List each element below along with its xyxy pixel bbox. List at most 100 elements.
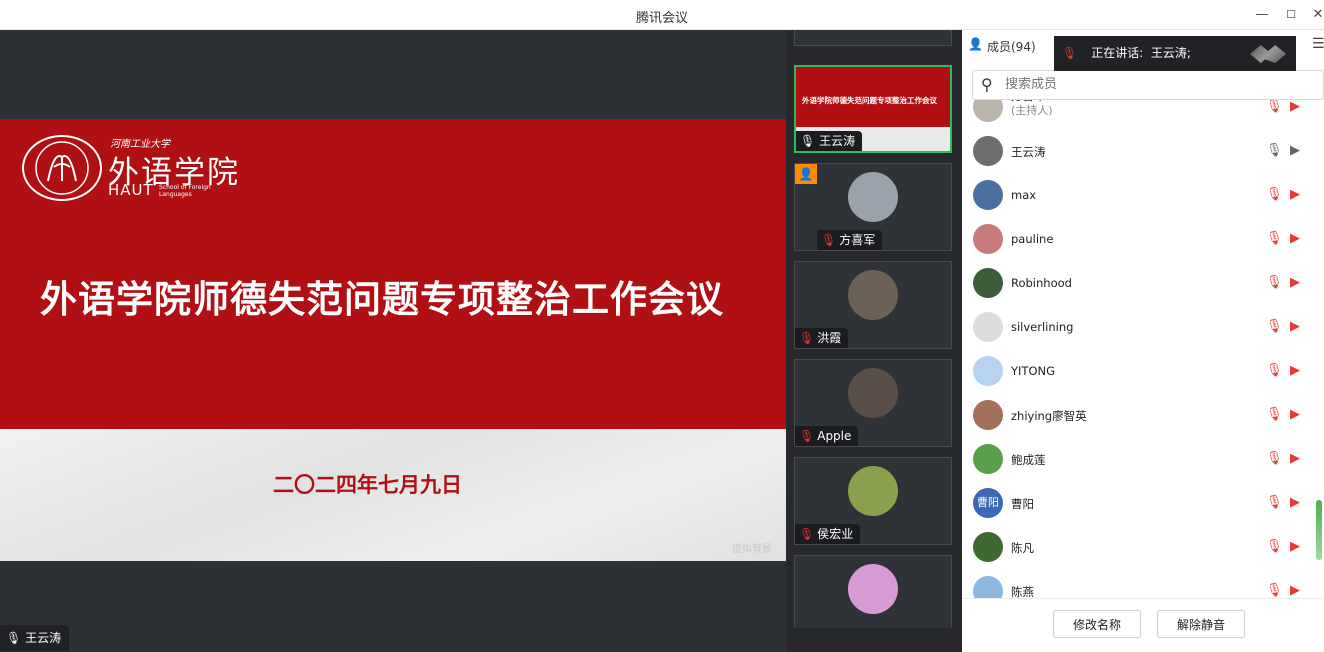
- slide-title: 外语学院师德失范问题专项整治工作会议: [40, 278, 724, 321]
- menu-icon[interactable]: ☰: [1312, 36, 1324, 52]
- camera-off-icon[interactable]: ▶: [1290, 539, 1300, 554]
- search-input[interactable]: [1005, 77, 1305, 92]
- participant-avatar: [848, 270, 898, 320]
- member-avatar: [973, 400, 1003, 430]
- logo-english-sub: School of Foreign Languages: [159, 184, 211, 198]
- tile-name-label: 🎙 洪霞: [795, 328, 849, 348]
- tencent-meeting-logo-icon: [1250, 45, 1286, 63]
- member-row[interactable]: Robinhood 🎙 ▶: [962, 262, 1324, 306]
- member-name: silverlining: [1011, 320, 1074, 334]
- mic-icon: 🎙: [6, 631, 22, 645]
- panel-footer: 修改名称 解除静音: [962, 598, 1324, 652]
- shared-screen-area[interactable]: 河南工业大学 外语学院 HAUT School of Foreign Langu…: [0, 30, 786, 652]
- tile-name-label: 🎙 侯宏业: [795, 524, 861, 544]
- member-row[interactable]: max 🎙 ▶: [962, 174, 1324, 218]
- participant-avatar: [848, 172, 898, 222]
- mic-muted-icon: 🎙: [821, 233, 837, 247]
- video-tile[interactable]: 🎙 洪霞: [794, 261, 952, 349]
- maximize-button[interactable]: ☐: [1280, 5, 1302, 25]
- mic-muted-icon[interactable]: 🎙: [1266, 407, 1283, 422]
- mic-muted-icon[interactable]: 🎙: [1266, 187, 1283, 202]
- member-avatar: [973, 532, 1003, 562]
- member-row[interactable]: pauline 🎙 ▶: [962, 218, 1324, 262]
- mic-muted-icon[interactable]: 🎙: [1266, 539, 1283, 554]
- member-row[interactable]: YITONG 🎙 ▶: [962, 350, 1324, 394]
- member-avatar: [973, 100, 1003, 122]
- mic-muted-icon[interactable]: 🎙: [1266, 495, 1283, 510]
- speaking-label: 正在讲话:: [1091, 46, 1144, 60]
- mic-muted-icon: 🎙: [799, 429, 815, 443]
- mic-icon[interactable]: 🎙: [1266, 143, 1283, 158]
- rename-button[interactable]: 修改名称: [1053, 610, 1141, 638]
- member-row[interactable]: zhiying廖智英 🎙 ▶: [962, 394, 1324, 438]
- member-name: Robinhood: [1011, 276, 1072, 290]
- member-name: YITONG: [1011, 364, 1056, 378]
- member-row[interactable]: 陈燕 🎙 ▶: [962, 570, 1324, 598]
- mic-muted-icon[interactable]: 🎙: [1266, 275, 1283, 290]
- camera-off-icon[interactable]: ▶: [1290, 407, 1300, 422]
- mic-muted-icon[interactable]: 🎙: [1266, 100, 1283, 114]
- member-row[interactable]: 曹阳 曹阳 🎙 ▶: [962, 482, 1324, 526]
- mic-muted-icon: 🎙: [799, 527, 815, 541]
- camera-off-icon[interactable]: ▶: [1290, 495, 1300, 510]
- speaker-name: 王云涛: [25, 631, 62, 645]
- slide-footer-band: 二〇二四年七月九日 虚拟背景: [0, 429, 786, 561]
- member-search[interactable]: ⚲: [972, 70, 1324, 100]
- close-button[interactable]: ✕: [1307, 5, 1324, 25]
- camera-off-icon[interactable]: ▶: [1290, 275, 1300, 290]
- member-name: 曹阳: [1011, 497, 1034, 511]
- video-gallery[interactable]: 外语学院师德失范问题专项整治工作会议 🎙 王云涛 👤 🎙 方喜军 🎙 洪霞 🎙 App…: [786, 30, 962, 628]
- slide-date: 二〇二四年七月九日: [273, 473, 462, 497]
- search-icon: ⚲: [981, 75, 993, 94]
- minimize-button[interactable]: —: [1251, 5, 1273, 25]
- mini-slide-preview: 外语学院师德失范问题专项整治工作会议: [796, 67, 950, 127]
- video-tile[interactable]: [794, 30, 952, 46]
- camera-off-icon[interactable]: ▶: [1290, 583, 1300, 598]
- member-row[interactable]: 王云涛 🎙 ▶: [962, 130, 1324, 174]
- video-tile[interactable]: [794, 555, 952, 628]
- speaking-name: 王云涛;: [1150, 46, 1191, 60]
- app-title: 腾讯会议: [635, 11, 688, 26]
- member-name: 陈燕: [1011, 585, 1034, 598]
- mic-muted-icon[interactable]: 🎙: [1266, 319, 1283, 334]
- member-row[interactable]: 陈凡 🎙 ▶: [962, 526, 1324, 570]
- camera-off-icon[interactable]: ▶: [1290, 231, 1300, 246]
- member-avatar: 曹阳: [973, 488, 1003, 518]
- background-watermark: 虚拟背景: [732, 544, 772, 555]
- member-role: (主持人): [1011, 104, 1053, 117]
- mic-muted-icon[interactable]: 🎙: [1266, 363, 1283, 378]
- mic-muted-icon[interactable]: 🎙: [1266, 451, 1283, 466]
- member-list-scrollbar[interactable]: [1316, 500, 1322, 560]
- video-tile[interactable]: 🎙 侯宏业: [794, 457, 952, 545]
- mic-muted-icon[interactable]: 🎙: [1266, 583, 1283, 598]
- member-name: max: [1011, 188, 1037, 202]
- member-avatar: [973, 224, 1003, 254]
- members-icon: 👤: [968, 37, 983, 51]
- university-seal-icon: [22, 135, 102, 201]
- member-row[interactable]: 鲍成莲 🎙 ▶: [962, 438, 1324, 482]
- member-avatar: [973, 576, 1003, 598]
- camera-off-icon[interactable]: ▶: [1290, 100, 1300, 114]
- camera-off-icon[interactable]: ▶: [1290, 187, 1300, 202]
- mic-muted-icon[interactable]: 🎙: [1266, 231, 1283, 246]
- member-row[interactable]: 方喜军(主持人)🎙▶: [962, 100, 1324, 130]
- slide-header-band: 河南工业大学 外语学院 HAUT School of Foreign Langu…: [0, 119, 786, 429]
- camera-off-icon[interactable]: ▶: [1290, 363, 1300, 378]
- member-avatar: [973, 180, 1003, 210]
- member-row[interactable]: silverlining 🎙 ▶: [962, 306, 1324, 350]
- video-tile[interactable]: 🎙 Apple: [794, 359, 952, 447]
- camera-off-icon[interactable]: ▶: [1290, 451, 1300, 466]
- members-count[interactable]: 成员(94): [987, 38, 1036, 55]
- member-avatar: [973, 444, 1003, 474]
- camera-off-icon[interactable]: ▶: [1290, 319, 1300, 334]
- member-avatar: [973, 312, 1003, 342]
- participant-avatar: [848, 368, 898, 418]
- member-name: pauline: [1011, 232, 1054, 246]
- video-tile[interactable]: 👤 🎙 方喜军: [794, 163, 952, 251]
- camera-icon[interactable]: ▶: [1290, 143, 1300, 158]
- unmute-all-button[interactable]: 解除静音: [1157, 610, 1245, 638]
- member-list[interactable]: 方喜军(主持人)🎙▶王云涛🎙▶max🎙▶pauline🎙▶Robinhood🎙▶…: [962, 100, 1324, 598]
- member-avatar: [973, 268, 1003, 298]
- video-tile-active[interactable]: 外语学院师德失范问题专项整治工作会议 🎙 王云涛: [794, 65, 952, 153]
- tile-name-label: 🎙 Apple: [795, 426, 859, 446]
